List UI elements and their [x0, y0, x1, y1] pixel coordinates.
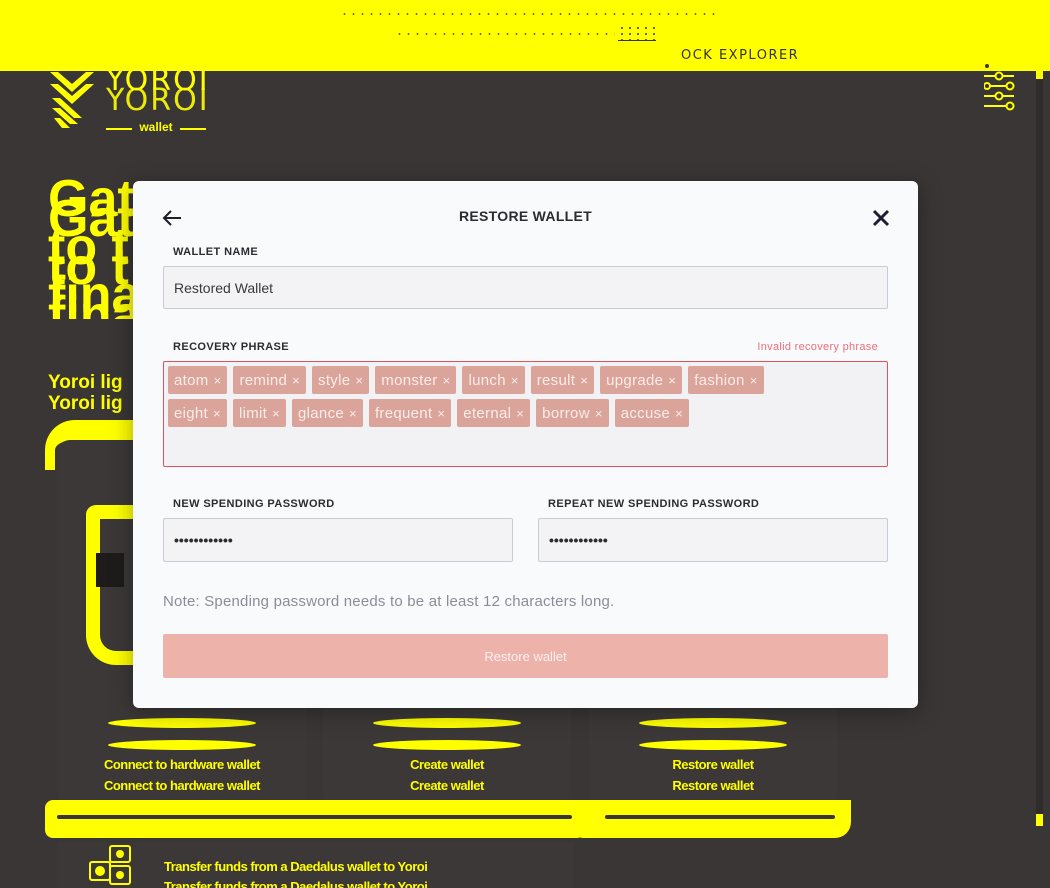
new-password-label: NEW SPENDING PASSWORD — [173, 498, 335, 510]
hero-subtitle-line: Yoroi lig — [48, 372, 123, 393]
recovery-phrase-chips: atom × remind × style × monster × lunch × result × u… — [168, 366, 808, 432]
card-label: Restore wallet — [672, 757, 754, 772]
remove-word-icon[interactable]: × — [349, 406, 357, 421]
close-button[interactable] — [871, 208, 891, 228]
wallet-name-label: WALLET NAME — [173, 246, 259, 258]
logo-subtitle: wallet — [106, 120, 206, 134]
banner-link[interactable] — [618, 27, 656, 41]
logo-wordmark-ghost: YOROI — [106, 83, 210, 118]
recovery-word-chip[interactable]: eight × — [168, 399, 227, 427]
recovery-word: upgrade — [606, 371, 664, 389]
cards-glow-decoration — [575, 800, 851, 838]
daedalus-transfer-icon — [89, 845, 131, 885]
new-password-input[interactable]: •••••••••••• — [163, 518, 513, 562]
block-explorer-link[interactable]: OCK EXPLORER — [681, 48, 799, 63]
card-icon-bar — [108, 718, 256, 728]
remove-word-icon[interactable]: × — [355, 373, 363, 388]
restore-wallet-button[interactable]: Restore wallet — [163, 634, 888, 678]
recovery-word-chip[interactable]: frequent × — [368, 399, 452, 427]
close-icon — [872, 209, 890, 227]
remove-word-icon[interactable]: × — [675, 406, 683, 421]
remove-word-icon[interactable]: × — [511, 373, 519, 388]
restore-wallet-dialog: RESTORE WALLET WALLET NAME Restored Wall… — [133, 181, 918, 708]
settings-sliders-icon[interactable] — [983, 62, 1018, 118]
recovery-word: result — [536, 371, 576, 389]
recovery-phrase-input[interactable]: atom × remind × style × monster × lunch × result × u… — [163, 361, 888, 467]
remove-word-icon[interactable]: × — [595, 406, 603, 421]
remove-word-icon[interactable]: × — [213, 406, 221, 421]
recovery-word-chip[interactable]: eternal × — [457, 399, 531, 427]
scrollbar-thumb-bottom[interactable] — [1036, 814, 1043, 826]
banner-text-line-1 — [340, 11, 720, 17]
recovery-phrase-label: RECOVERY PHRASE — [173, 341, 290, 353]
recovery-word: limit — [238, 404, 268, 422]
recovery-word: monster — [381, 371, 438, 389]
recovery-word: remind — [239, 371, 288, 389]
recovery-word: frequent — [374, 404, 433, 422]
hero-subtitle: Yoroi lig Yoroi lig — [48, 372, 138, 414]
recovery-word-chip[interactable]: upgrade × — [600, 366, 683, 394]
recovery-word: accuse — [620, 404, 671, 422]
card-icon-bar — [639, 740, 787, 750]
yoroi-emblem-icon — [50, 72, 94, 128]
recovery-word-chip[interactable]: lunch × — [462, 366, 525, 394]
recovery-word: borrow — [542, 404, 590, 422]
password-note: Note: Spending password needs to be at l… — [163, 593, 615, 610]
remove-word-icon[interactable]: × — [272, 406, 280, 421]
recovery-word-chip[interactable]: atom × — [168, 366, 228, 394]
page-scrollbar[interactable] — [1036, 71, 1043, 826]
recovery-word: glance — [298, 404, 345, 422]
card-icon-bar — [373, 740, 521, 750]
recovery-word-chip[interactable]: limit × — [232, 399, 287, 427]
card-label-ghost: Create wallet — [410, 778, 484, 793]
transfer-label: Transfer funds from a Daedalus wallet to… — [164, 859, 428, 874]
card-label-ghost: Restore wallet — [672, 778, 754, 793]
wallet-name-input[interactable]: Restored Wallet — [163, 266, 888, 309]
remove-word-icon[interactable]: × — [750, 373, 758, 388]
card-label: Connect to hardware wallet — [103, 757, 261, 772]
recovery-word-chip[interactable]: monster × — [375, 366, 457, 394]
recovery-phrase-error: Invalid recovery phrase — [757, 341, 878, 353]
top-banner: OCK EXPLORER — [0, 0, 1050, 71]
dialog-title: RESTORE WALLET — [458, 208, 593, 224]
transfer-daedalus-card[interactable]: Transfer funds from a Daedalus wallet to… — [58, 842, 573, 888]
yoroi-logo: YOROI YOROI wallet — [48, 62, 208, 137]
recovery-word-chip[interactable]: glance × — [292, 399, 363, 427]
hardware-wallet-screen — [96, 553, 124, 587]
remove-word-icon[interactable]: × — [580, 373, 588, 388]
hero-subtitle-line-ghost: Yoroi lig — [48, 393, 123, 414]
repeat-password-label: REPEAT NEW SPENDING PASSWORD — [548, 498, 760, 510]
recovery-word: atom — [174, 371, 209, 389]
transfer-label-ghost: Transfer funds from a Daedalus wallet to… — [164, 879, 428, 888]
remove-word-icon[interactable]: × — [214, 373, 222, 388]
recovery-word-chip[interactable]: borrow × — [536, 399, 609, 427]
recovery-word-chip[interactable]: accuse × — [614, 399, 689, 427]
card-icon-bar — [108, 740, 256, 750]
remove-word-icon[interactable]: × — [292, 373, 300, 388]
card-label-ghost: Connect to hardware wallet — [103, 778, 261, 793]
recovery-word: lunch — [468, 371, 506, 389]
repeat-password-input[interactable]: •••••••••••• — [538, 518, 888, 562]
remove-word-icon[interactable]: × — [668, 373, 676, 388]
recovery-word: eternal — [463, 404, 512, 422]
banner-text-line-2 — [395, 31, 615, 37]
remove-word-icon[interactable]: × — [516, 406, 524, 421]
remove-word-icon[interactable]: × — [437, 406, 445, 421]
card-icon-bar — [373, 718, 521, 728]
recovery-word-chip[interactable]: fashion × — [688, 366, 764, 394]
recovery-word-chip[interactable]: remind × — [233, 366, 307, 394]
recovery-word: eight — [174, 404, 209, 422]
recovery-word: fashion — [694, 371, 745, 389]
recovery-word: style — [318, 371, 351, 389]
card-label: Create wallet — [410, 757, 484, 772]
recovery-word-chip[interactable]: result × — [530, 366, 595, 394]
scrollbar-thumb-top[interactable] — [1036, 71, 1043, 79]
recovery-word-chip[interactable]: style × — [312, 366, 370, 394]
card-icon-bar — [639, 718, 787, 728]
remove-word-icon[interactable]: × — [443, 373, 451, 388]
cards-glow-decoration — [45, 800, 585, 838]
